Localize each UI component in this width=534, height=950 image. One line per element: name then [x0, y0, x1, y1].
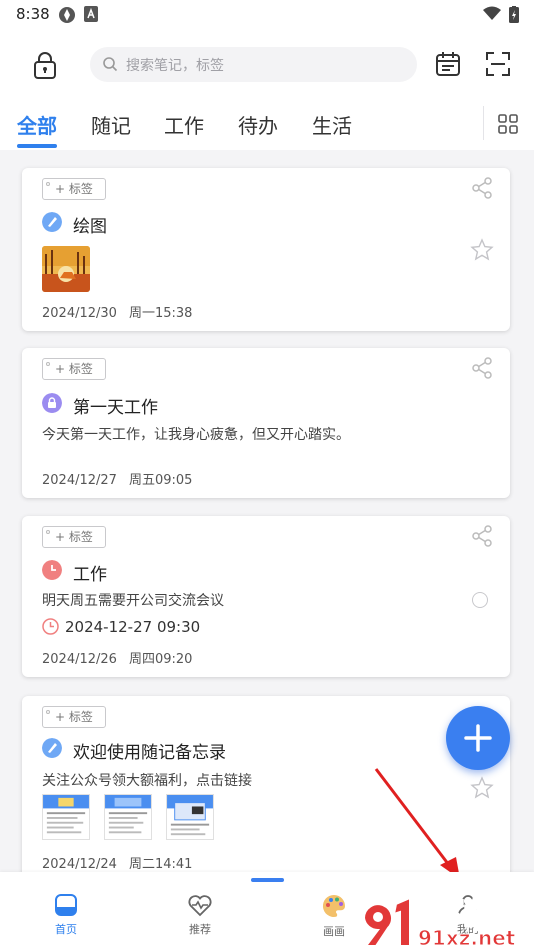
- star-icon[interactable]: [470, 776, 494, 800]
- share-icon[interactable]: [470, 176, 494, 200]
- home-icon: [55, 894, 77, 916]
- screenshot-thumbnail[interactable]: [42, 794, 90, 840]
- calendar-icon[interactable]: [434, 50, 462, 78]
- battery-icon: [509, 6, 519, 23]
- note-title: 第一天工作: [73, 398, 158, 418]
- tab-work[interactable]: 工作: [164, 110, 204, 139]
- watermark-logo: [362, 896, 411, 947]
- search-icon: [103, 57, 118, 72]
- nav-paint[interactable]: 画画: [304, 892, 364, 939]
- category-tabs: 全部 随记 工作 待办 生活: [0, 100, 534, 150]
- app-notification-icon: [59, 7, 75, 23]
- add-tag-button[interactable]: + 标签: [42, 178, 106, 200]
- scan-icon[interactable]: [484, 50, 512, 78]
- share-icon[interactable]: [470, 356, 494, 380]
- site-watermark: 下载站 91xz.net: [360, 888, 534, 950]
- pen-icon: [42, 212, 62, 232]
- drawing-thumbnail[interactable]: [42, 246, 90, 292]
- lock-icon: [42, 393, 62, 413]
- tab-divider: [483, 106, 484, 140]
- heart-pulse-icon: [188, 895, 212, 917]
- add-tag-button[interactable]: + 标签: [42, 706, 106, 728]
- screenshot-thumbnail[interactable]: [166, 794, 214, 840]
- note-card[interactable]: + 标签 第一天工作 今天第一天工作，让我身心疲惫，但又开心踏实。 2024/1…: [22, 348, 510, 498]
- note-date: 2024/12/27 周五09:05: [42, 473, 193, 488]
- share-icon[interactable]: [470, 524, 494, 548]
- note-card[interactable]: + 标签 工作 明天周五需要开公司交流会议 2024-12-27 09:30 2…: [22, 516, 510, 677]
- search-placeholder: 搜索笔记，标签: [126, 58, 224, 74]
- note-title: 工作: [73, 565, 107, 585]
- tab-life[interactable]: 生活: [312, 110, 352, 139]
- clock-icon: [42, 560, 62, 580]
- watermark-site: 91xz.net: [417, 926, 516, 950]
- tab-todo[interactable]: 待办: [238, 110, 278, 139]
- add-tag-button[interactable]: + 标签: [42, 526, 106, 548]
- drag-handle[interactable]: [251, 878, 284, 882]
- note-date: 2024/12/24 周二14:41: [42, 857, 193, 872]
- note-date: 2024/12/26 周四09:20: [42, 652, 193, 667]
- palette-icon: [322, 894, 346, 917]
- privacy-lock-icon[interactable]: [30, 50, 60, 80]
- star-icon[interactable]: [470, 238, 494, 262]
- note-title: 绘图: [73, 217, 107, 237]
- nav-home[interactable]: 首页: [36, 892, 96, 937]
- note-body: 明天周五需要开公司交流会议: [42, 593, 224, 609]
- search-input[interactable]: 搜索笔记，标签: [90, 47, 417, 82]
- note-title: 欢迎使用随记备忘录: [73, 743, 226, 763]
- add-note-button[interactable]: [446, 706, 510, 770]
- todo-checkbox[interactable]: [472, 592, 488, 608]
- add-tag-button[interactable]: + 标签: [42, 358, 106, 380]
- text-notification-icon: [84, 6, 98, 22]
- annotation-arrow: [374, 768, 460, 879]
- screenshot-thumbnail[interactable]: [104, 794, 152, 840]
- status-time: 8:38: [16, 5, 50, 23]
- tab-all[interactable]: 全部: [17, 110, 57, 139]
- note-card[interactable]: + 标签 绘图 2024/12/30 周一15:38: [22, 168, 510, 331]
- top-bar: 搜索笔记，标签: [0, 30, 534, 100]
- plus-icon: [464, 724, 492, 752]
- pen-icon: [42, 738, 62, 758]
- nav-recommend[interactable]: 推荐: [170, 892, 230, 937]
- note-body: 今天第一天工作，让我身心疲惫，但又开心踏实。: [42, 427, 350, 443]
- reminder-time: 2024-12-27 09:30: [42, 618, 200, 636]
- wifi-icon: [483, 6, 501, 20]
- status-bar: 8:38: [0, 0, 534, 30]
- grid-view-icon[interactable]: [497, 113, 519, 135]
- active-tab-indicator: [17, 144, 57, 148]
- note-date: 2024/12/30 周一15:38: [42, 306, 193, 321]
- tab-notes[interactable]: 随记: [91, 110, 131, 139]
- alarm-icon: [42, 618, 59, 635]
